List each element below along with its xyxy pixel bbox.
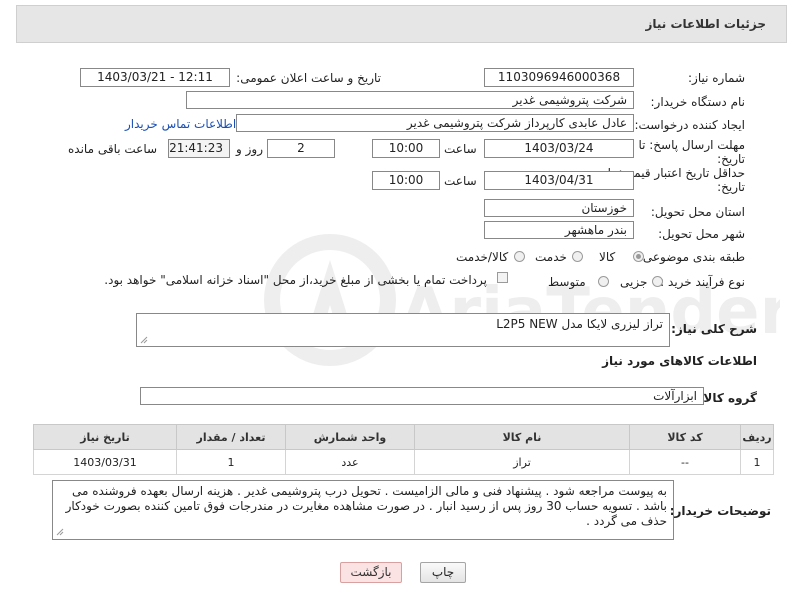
validity-date-field: 1403/04/31 xyxy=(484,171,634,190)
deadline-label: مهلت ارسال پاسخ: تا xyxy=(638,138,745,152)
col-item-name: نام کالا xyxy=(414,424,630,450)
goods-group-label: گروه کالا: xyxy=(698,391,757,405)
announce-datetime-field: 1403/03/21 - 12:11 xyxy=(80,68,230,87)
treasury-payment-note: پرداخت تمام یا بخشی از مبلغ خرید،از محل … xyxy=(104,273,487,287)
need-number-label: شماره نیاز: xyxy=(688,71,745,85)
summary-label: شرح کلی نیاز: xyxy=(671,322,757,336)
deadline-date-field: 1403/03/24 xyxy=(484,139,634,158)
creator-field: عادل عابدی کارپرداز شرکت پتروشیمی غدیر xyxy=(236,114,634,132)
goods-table: ردیف کد کالا نام کالا واحد شمارش تعداد /… xyxy=(33,424,774,475)
table-row: 1 -- تراز عدد 1 1403/03/31 xyxy=(33,449,774,475)
ariatender-watermark: AriaTender.neT xyxy=(264,234,780,366)
cell-item-name: تراز xyxy=(414,449,630,475)
buyer-org-label: نام دستگاه خریدار: xyxy=(650,95,746,109)
buyer-org-field: شرکت پتروشیمی غدیر xyxy=(186,91,634,109)
need-number-field: 1103096946000368 xyxy=(484,68,634,87)
remaining-label: ساعت باقی مانده xyxy=(68,142,158,156)
remaining-days-field: 2 xyxy=(267,139,335,158)
category-option-goods-service: کالا/خدمت xyxy=(456,250,509,264)
category-radio-goods-service[interactable] xyxy=(514,251,525,262)
process-radio-minor[interactable] xyxy=(652,276,663,287)
buyer-contact-link[interactable]: اطلاعات تماس خریدار xyxy=(125,117,236,131)
category-option-goods: کالا xyxy=(599,250,616,264)
cell-quantity: 1 xyxy=(176,449,286,475)
treasury-payment-checkbox[interactable] xyxy=(497,272,508,283)
category-radio-service[interactable] xyxy=(572,251,583,262)
buyer-notes-label: توضیحات خریدار: xyxy=(669,504,771,518)
cell-unit: عدد xyxy=(285,449,415,475)
days-label: روز و xyxy=(236,142,263,156)
col-row-number: ردیف xyxy=(740,424,774,450)
province-field: خوزستان xyxy=(484,199,634,217)
validity-time-label: ساعت xyxy=(444,174,477,188)
col-item-code: کد کالا xyxy=(629,424,741,450)
process-radio-medium[interactable] xyxy=(598,276,609,287)
notes-resize-grip-icon[interactable] xyxy=(56,528,64,536)
deadline-label-date: تاریخ: xyxy=(717,152,745,166)
col-unit: واحد شمارش xyxy=(285,424,415,450)
goods-table-header: ردیف کد کالا نام کالا واحد شمارش تعداد /… xyxy=(33,424,774,450)
page-header: جزئیات اطلاعات نیاز xyxy=(16,5,787,43)
col-quantity: تعداد / مقدار xyxy=(176,424,286,450)
city-label: شهر محل تحویل: xyxy=(658,227,745,241)
summary-field: تراز لیزری لایکا مدل L2P5 NEW xyxy=(136,313,670,347)
remaining-time-field: 21:41:23 xyxy=(168,139,230,158)
category-radio-goods[interactable] xyxy=(633,251,644,262)
summary-text: تراز لیزری لایکا مدل L2P5 NEW xyxy=(496,317,663,331)
city-field: بندر ماهشهر xyxy=(484,221,634,239)
goods-section-title: اطلاعات کالاهای مورد نیاز xyxy=(602,354,757,368)
back-button[interactable]: بازگشت xyxy=(340,562,402,583)
deadline-time-field: 10:00 xyxy=(372,139,440,158)
cell-item-code: -- xyxy=(629,449,741,475)
deadline-time-label: ساعت xyxy=(444,142,477,156)
validity-time-field: 10:00 xyxy=(372,171,440,190)
cell-need-date: 1403/03/31 xyxy=(33,449,177,475)
creator-label: ایجاد کننده درخواست: xyxy=(634,118,745,132)
process-label: نوع فرآیند خرید : xyxy=(660,275,745,289)
process-option-minor: جزیی xyxy=(620,275,648,289)
category-label: طبقه بندی موضوعی: xyxy=(638,250,745,264)
resize-grip-icon[interactable] xyxy=(140,336,148,344)
print-button[interactable]: چاپ xyxy=(420,562,466,583)
page-title: جزئیات اطلاعات نیاز xyxy=(645,17,766,31)
category-option-service: خدمت xyxy=(535,250,567,264)
process-option-medium: متوسط xyxy=(548,275,586,289)
announce-label: تاریخ و ساعت اعلان عمومی: xyxy=(236,71,381,85)
buyer-notes-field: به پیوست مراجعه شود . پیشنهاد فنی و مالی… xyxy=(52,480,674,540)
goods-group-field: ابزارآلات xyxy=(140,387,704,405)
validity-label-date: تاریخ: xyxy=(717,180,745,194)
cell-row-number: 1 xyxy=(740,449,774,475)
province-label: استان محل تحویل: xyxy=(650,205,745,219)
col-need-date: تاریخ نیاز xyxy=(33,424,177,450)
buyer-notes-text: به پیوست مراجعه شود . پیشنهاد فنی و مالی… xyxy=(65,484,667,528)
